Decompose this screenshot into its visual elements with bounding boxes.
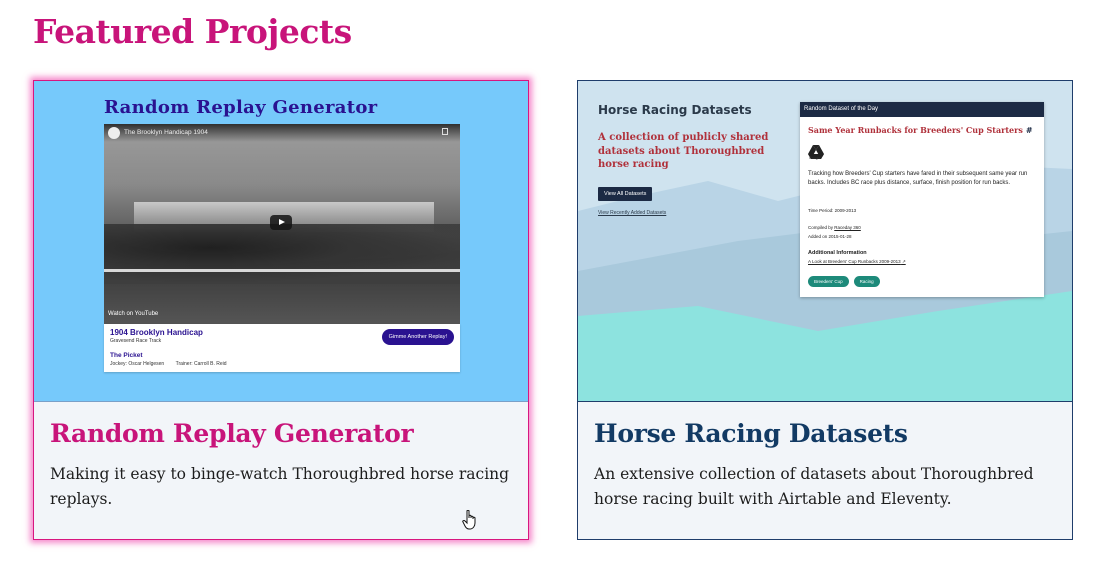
additional-info-heading: Additional Information [808,250,867,256]
thumb-heading: Random Replay Generator [104,97,378,118]
info-link-text: A Look at Breeders' Cup Runbacks 2009-20… [808,259,901,264]
external-link-icon: ↗ [901,259,906,264]
thumb-heading: Horse Racing Datasets [598,103,752,117]
compiled-prefix: Compiled by [808,225,835,230]
compiled-by: Compiled by Raceday 360 [808,225,861,230]
race-name: 1904 Brooklyn Handicap [110,328,203,337]
play-icon [270,215,292,230]
jockey-trainer: Jockey: Oscar Helgesen Trainer: Carroll … [110,361,227,367]
replay-info-panel: 1904 Brooklyn Handicap Gravesend Race Tr… [104,324,460,372]
track-rail [104,269,460,272]
dataset-description: Tracking how Breeders' Cup starters have… [808,171,1028,186]
another-replay-button: Gimme Another Replay! [381,329,454,345]
thumb-tagline: A collection of publicly shared datasets… [598,132,769,170]
channel-avatar-icon [108,127,120,139]
project-card-horse-racing-datasets[interactable]: Horse Racing Datasets A collection of pu… [577,80,1073,540]
card-body: Random Replay Generator Making it easy t… [50,419,512,512]
trainer: Trainer: Carroll B. Reid [175,361,227,367]
dataset-of-day-panel: Random Dataset of the Day Same Year Runb… [800,102,1044,297]
project-card-random-replay[interactable]: Random Replay Generator The Brooklyn Han… [33,80,529,540]
dataset-title-text: Same Year Runbacks for Breeders' Cup Sta… [808,125,1023,135]
watch-on-youtube: Watch on YouTube [108,311,159,317]
view-all-datasets-button: View All Datasets [598,187,653,201]
card-description: An extensive collection of datasets abou… [594,465,1034,508]
card-title[interactable]: Random Replay Generator [50,419,512,448]
horse-name: The Picket [110,352,143,359]
race-horses-image [104,224,460,284]
anchor-hash: # [1025,125,1033,135]
card-title[interactable]: Horse Racing Datasets [594,419,1056,448]
view-recent-datasets-link: View Recently Added Datasets [598,210,667,216]
project-thumbnail-horse-racing-datasets[interactable]: Horse Racing Datasets A collection of pu… [578,81,1072,402]
source-label: Google [809,156,821,160]
race-track: Gravesend Race Track [110,338,162,344]
copy-link-icon [442,128,448,135]
jockey: Jockey: Oscar Helgesen [110,361,165,367]
tag-breeders-cup: Breeders' Cup [808,276,849,287]
compiled-by-link: Raceday 360 [834,225,861,230]
card-description: Making it easy to binge-watch Thoroughbr… [50,465,510,508]
dataset-tags: Breeders' Cup Racing [808,276,880,287]
video-embed: The Brooklyn Handicap 1904 Watch on YouT… [104,124,460,324]
hand-pointer-cursor-icon [462,510,476,530]
tag-racing: Racing [853,276,880,287]
project-thumbnail-random-replay[interactable]: Random Replay Generator The Brooklyn Han… [34,81,528,402]
dataset-title: Same Year Runbacks for Breeders' Cup Sta… [808,125,1033,135]
section-title: Featured Projects [33,12,352,51]
time-period: Time Period: 2009-2013 [808,208,857,213]
info-link: A Look at Breeders' Cup Runbacks 2009-20… [808,259,906,265]
added-date: Added on 2015-01-28 [808,234,852,239]
panel-header: Random Dataset of the Day [800,102,1044,117]
video-title: The Brooklyn Handicap 1904 [124,129,208,136]
card-body: Horse Racing Datasets An extensive colle… [594,419,1056,512]
video-topbar: The Brooklyn Handicap 1904 [104,124,460,142]
